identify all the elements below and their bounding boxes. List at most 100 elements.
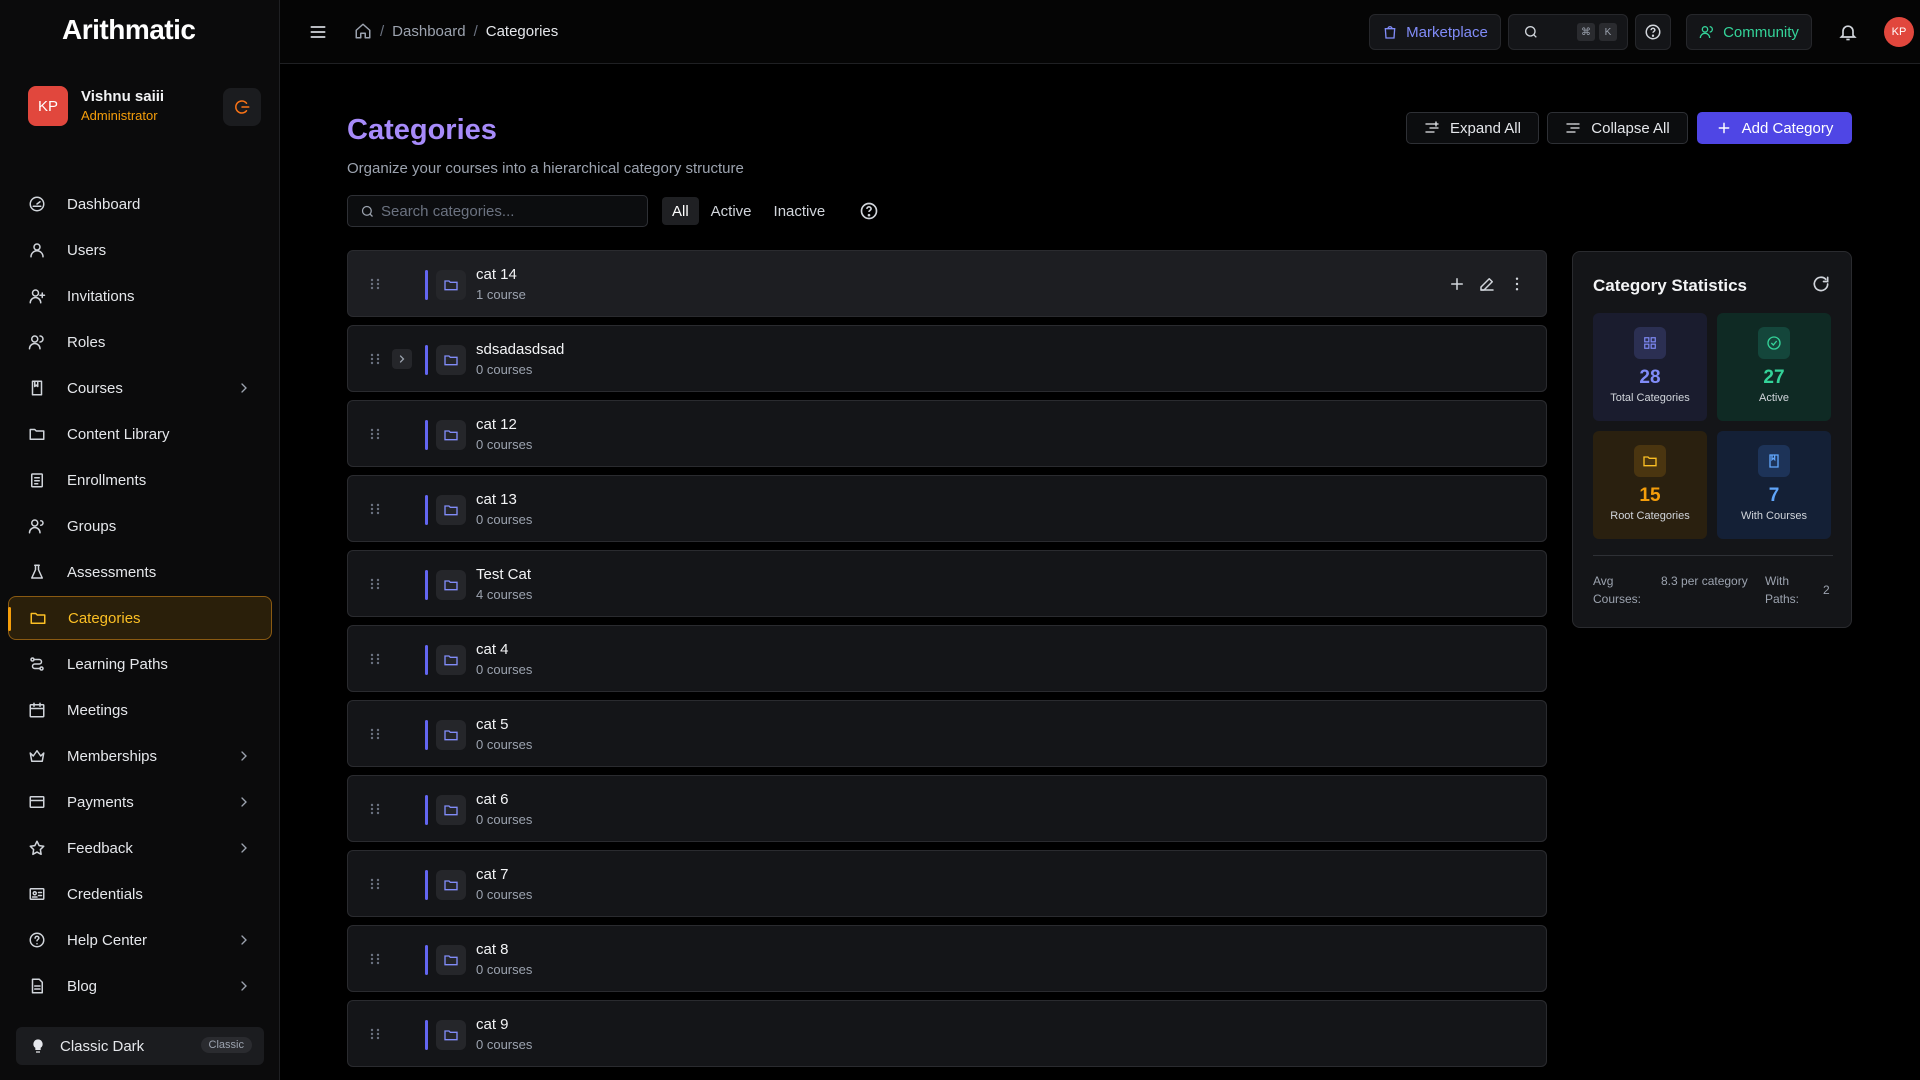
group-icon	[28, 519, 44, 534]
edit-icon[interactable]	[1478, 275, 1496, 293]
logout-button[interactable]	[223, 88, 261, 126]
sidebar-item-roles[interactable]: Roles	[8, 320, 272, 364]
folder-icon	[1634, 445, 1666, 477]
sidebar-item-feedback[interactable]: Feedback	[8, 826, 272, 870]
category-row[interactable]: cat 6 0 courses	[347, 775, 1547, 842]
sidebar-item-memberships[interactable]: Memberships	[8, 734, 272, 778]
category-row[interactable]: cat 14 1 course	[347, 250, 1547, 317]
user-icon	[30, 243, 44, 258]
collapse-all-button[interactable]: Collapse All	[1547, 112, 1688, 144]
category-course-count: 0 courses	[476, 887, 533, 902]
help-circle-icon	[860, 202, 878, 220]
more-vertical-icon[interactable]	[1508, 275, 1526, 293]
collapse-icon	[1566, 123, 1580, 133]
category-row[interactable]: cat 4 0 courses	[347, 625, 1547, 692]
filter-inactive[interactable]: Inactive	[764, 197, 836, 225]
category-row[interactable]: cat 9 0 courses	[347, 1000, 1547, 1067]
folder-icon	[436, 420, 466, 450]
category-row[interactable]: sdsadasdsad 0 courses	[347, 325, 1547, 392]
drag-handle-icon[interactable]	[368, 427, 382, 441]
category-course-count: 0 courses	[476, 512, 533, 527]
category-name: cat 5	[476, 716, 509, 733]
help-button[interactable]	[1635, 14, 1671, 50]
sidebar-item-courses[interactable]: Courses	[8, 366, 272, 410]
sidebar-item-dashboard[interactable]: Dashboard	[8, 182, 272, 226]
notifications-button[interactable]	[1838, 22, 1858, 42]
folder-icon	[436, 720, 466, 750]
row-actions	[1436, 275, 1526, 293]
category-row[interactable]: cat 5 0 courses	[347, 700, 1547, 767]
category-row[interactable]: cat 12 0 courses	[347, 400, 1547, 467]
sidebar-item-label: Courses	[67, 379, 123, 397]
add-category-label: Add Category	[1741, 119, 1834, 137]
community-button[interactable]: Community	[1686, 14, 1812, 50]
add-subcategory-icon[interactable]	[1448, 275, 1466, 293]
book-icon	[31, 380, 43, 396]
sidebar-item-label: Meetings	[67, 701, 128, 719]
refresh-stats-button[interactable]	[1811, 274, 1831, 294]
category-search-input[interactable]	[381, 202, 631, 220]
breadcrumb-separator: /	[473, 22, 478, 40]
chevron-right-icon	[241, 383, 247, 393]
sidebar-item-invitations[interactable]: Invitations	[8, 274, 272, 318]
drag-handle-icon[interactable]	[368, 877, 382, 891]
with-paths-value: 2	[1823, 583, 1830, 597]
menu-toggle-button[interactable]	[308, 22, 328, 42]
app-logo[interactable]: Arithmatic	[62, 14, 196, 46]
category-name: cat 14	[476, 266, 517, 283]
breadcrumb-dashboard[interactable]: Dashboard	[392, 23, 465, 40]
filter-all[interactable]: All	[662, 197, 699, 225]
folder-icon	[436, 570, 466, 600]
sidebar-item-users[interactable]: Users	[8, 228, 272, 272]
sidebar-item-label: Invitations	[67, 287, 135, 305]
expand-all-button[interactable]: Expand All	[1406, 112, 1539, 144]
drag-handle-icon[interactable]	[368, 952, 382, 966]
category-row[interactable]: cat 7 0 courses	[347, 850, 1547, 917]
drag-handle-icon[interactable]	[368, 277, 382, 291]
sidebar-item-categories[interactable]: Categories	[8, 596, 272, 640]
sidebar-item-payments[interactable]: Payments	[8, 780, 272, 824]
category-accent-bar	[425, 1020, 428, 1050]
drag-handle-icon[interactable]	[368, 727, 382, 741]
theme-switcher[interactable]: Classic Dark Classic	[16, 1027, 264, 1065]
filter-active[interactable]: Active	[701, 197, 762, 225]
category-row[interactable]: cat 13 0 courses	[347, 475, 1547, 542]
drag-handle-icon[interactable]	[368, 502, 382, 516]
drag-handle-icon[interactable]	[368, 802, 382, 816]
add-category-button[interactable]: Add Category	[1697, 112, 1852, 144]
sidebar-item-label: Credentials	[67, 885, 143, 903]
drag-handle-icon[interactable]	[368, 352, 382, 366]
category-row[interactable]: cat 8 0 courses	[347, 925, 1547, 992]
sidebar-item-enrollments[interactable]: Enrollments	[8, 458, 272, 502]
flask-icon	[31, 564, 43, 579]
drag-handle-icon[interactable]	[368, 1027, 382, 1041]
sidebar-item-credentials[interactable]: Credentials	[8, 872, 272, 916]
sidebar-item-content-library[interactable]: Content Library	[8, 412, 272, 456]
global-search-button[interactable]: ⌘ K	[1508, 14, 1628, 50]
drag-handle-icon[interactable]	[368, 577, 382, 591]
sidebar-item-label: Users	[67, 241, 107, 259]
filter-help-button[interactable]	[859, 201, 879, 221]
category-name: cat 7	[476, 866, 509, 883]
sidebar-item-assessments[interactable]: Assessments	[8, 550, 272, 594]
chevron-right-icon	[241, 843, 247, 853]
sidebar-item-groups[interactable]: Groups	[8, 504, 272, 548]
marketplace-button[interactable]: Marketplace	[1369, 14, 1501, 50]
sidebar-item-learning-paths[interactable]: Learning Paths	[8, 642, 272, 686]
category-search[interactable]	[347, 195, 648, 227]
user-avatar[interactable]: KP	[28, 86, 68, 126]
sidebar-item-blog[interactable]: Blog	[8, 964, 272, 1008]
expand-toggle-button[interactable]	[392, 349, 412, 369]
chevron-right-icon	[399, 355, 405, 363]
calendar-icon	[29, 702, 45, 718]
stat-root-categories: 15 Root Categories	[1593, 431, 1707, 539]
home-icon[interactable]	[354, 22, 372, 40]
sidebar-item-help-center[interactable]: Help Center	[8, 918, 272, 962]
drag-handle-icon[interactable]	[368, 652, 382, 666]
user-name: Vishnu saiii	[81, 88, 165, 105]
category-row[interactable]: Test Cat 4 courses	[347, 550, 1547, 617]
sidebar-item-meetings[interactable]: Meetings	[8, 688, 272, 732]
sidebar-item-label: Categories	[68, 609, 141, 627]
stats-divider	[1593, 555, 1833, 556]
profile-avatar[interactable]: KP	[1884, 17, 1914, 47]
